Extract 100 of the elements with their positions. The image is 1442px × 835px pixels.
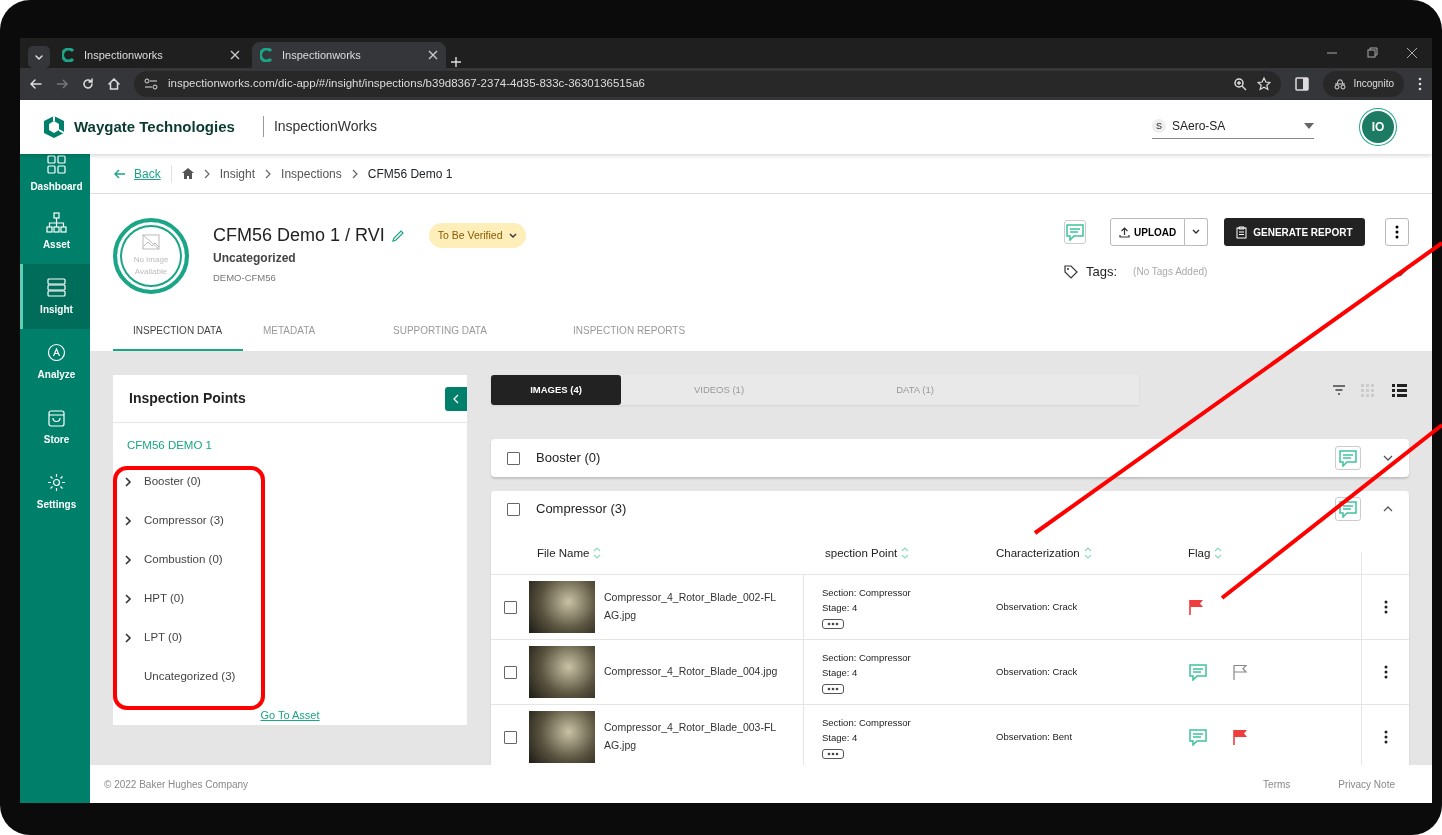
characterization-cell-text: Observation: Crack	[996, 664, 1079, 679]
sidebar-item[interactable]: Asset	[20, 199, 90, 265]
chevron-down-icon	[1192, 229, 1201, 236]
reload-icon[interactable]	[82, 77, 94, 90]
logo-icon	[42, 114, 66, 139]
footer-link[interactable]: Privacy Note	[1338, 776, 1395, 792]
checkbox[interactable]	[507, 502, 520, 516]
chat-icon	[1338, 449, 1358, 468]
tags-empty-text: (No Tags Added)	[1133, 265, 1208, 280]
chevron-up-icon[interactable]	[1383, 506, 1393, 513]
chevron-down-icon[interactable]	[1383, 455, 1393, 462]
upload-menu-button[interactable]	[1185, 218, 1209, 247]
edit-pencil-icon[interactable]	[390, 228, 405, 243]
file-name[interactable]: Compressor_4_Rotor_Blade_003-FLAG.jpg	[604, 719, 782, 755]
tab-title: Inspectionworks	[84, 47, 164, 63]
back-arrow-icon[interactable]	[30, 77, 42, 90]
section-text: Section: Compressor	[822, 585, 911, 600]
flag-icon[interactable]	[1232, 729, 1248, 746]
sidebar-item[interactable]: Settings	[20, 459, 90, 525]
kebab-menu-icon[interactable]	[1383, 730, 1388, 745]
file-name[interactable]: Compressor_4_Rotor_Blade_004.jpg	[604, 663, 782, 681]
photo-placeholder	[529, 646, 595, 699]
browser-tab[interactable]: Inspectionworks	[54, 41, 248, 68]
sidebar-item[interactable]: Dashboard	[20, 154, 90, 200]
footer-link[interactable]: Terms	[1263, 776, 1291, 792]
checkbox[interactable]	[507, 451, 520, 465]
group-title: Compressor (3)	[536, 500, 628, 519]
upload-icon	[1119, 226, 1130, 238]
close-icon[interactable]	[1406, 46, 1418, 59]
asset-icon	[46, 211, 67, 233]
stage-text: Stage: 4	[822, 601, 858, 616]
bookmark-star-icon[interactable]	[1257, 76, 1272, 91]
tab-list-icon[interactable]	[28, 45, 50, 68]
column-header[interactable]: Flag	[1188, 544, 1211, 563]
tree-item[interactable]: Uncategorized (3)	[113, 657, 467, 697]
file-name[interactable]: Compressor_4_Rotor_Blade_002-FLAG.jpg	[604, 589, 782, 625]
checkbox[interactable]	[503, 665, 517, 679]
tags-label: Tags:	[1086, 263, 1118, 282]
stage-text: Stage: 4	[822, 731, 858, 746]
chevron-right-icon	[125, 554, 132, 565]
tab-title: Inspectionworks	[282, 47, 362, 63]
section-text: Section: Compressor	[822, 650, 911, 665]
breadcrumb-link[interactable]: Inspections	[281, 164, 342, 183]
close-icon[interactable]	[428, 49, 438, 60]
incognito-button[interactable]: Incognito	[1323, 70, 1404, 97]
more-options-button[interactable]	[1384, 218, 1409, 247]
sidebar-item[interactable]: Analyze	[20, 329, 90, 395]
tree-item[interactable]: Combustion (0)	[113, 540, 467, 580]
breadcrumb-link[interactable]: Insight	[219, 164, 256, 183]
panel-title: Inspection Points	[129, 389, 246, 409]
restore-icon[interactable]	[1366, 46, 1378, 59]
kebab-menu-icon[interactable]	[1383, 665, 1388, 680]
checkbox[interactable]	[503, 730, 517, 744]
browser-menu-icon[interactable]	[1418, 76, 1422, 91]
settings-icon	[46, 471, 67, 493]
collapse-panel-button[interactable]	[445, 386, 467, 411]
site-icon	[260, 47, 274, 62]
home-icon[interactable]	[181, 168, 194, 180]
site-settings-icon[interactable]	[144, 77, 158, 90]
side-panel-icon[interactable]	[1295, 76, 1310, 91]
kebab-menu-icon[interactable]	[1383, 600, 1388, 615]
chevron-down-icon	[508, 232, 517, 239]
tenant-select[interactable]: S SAero-SA	[1152, 114, 1314, 140]
tenant-initial: S	[1152, 119, 1166, 134]
image-icon	[142, 234, 160, 251]
tree-item[interactable]: HPT (0)	[113, 579, 467, 619]
list-view-icon[interactable]	[1392, 383, 1407, 397]
upload-button[interactable]: UPLOAD	[1110, 218, 1186, 247]
tree-item[interactable]: LPT (0)	[113, 618, 467, 658]
sidebar-item[interactable]: Insight	[20, 264, 90, 330]
media-tab[interactable]: IMAGES (4)	[491, 375, 621, 406]
browser-tab[interactable]: Inspectionworks	[252, 41, 446, 68]
tree-item[interactable]: Compressor (3)	[113, 501, 467, 541]
asset-code: DEMO-CFM56	[213, 271, 277, 286]
dropdown-caret-icon	[1304, 123, 1314, 130]
sidebar-item[interactable]: Store	[20, 394, 90, 460]
home-icon[interactable]	[108, 77, 120, 90]
new-tab-icon[interactable]	[450, 55, 462, 68]
forward-arrow-icon[interactable]	[56, 77, 68, 90]
analyze-icon	[46, 341, 67, 363]
filter-icon[interactable]	[1333, 385, 1345, 396]
generate-report-button[interactable]: GENERATE REPORT	[1224, 218, 1365, 247]
more-button[interactable]	[822, 619, 844, 630]
more-button[interactable]	[822, 749, 844, 760]
photo-placeholder	[529, 711, 595, 764]
column-header[interactable]: Characterization	[996, 544, 1080, 563]
column-header[interactable]: spection Point	[825, 544, 898, 563]
flag-icon[interactable]	[1188, 599, 1204, 616]
chevron-left-icon	[453, 393, 459, 404]
kebab-menu-icon	[1394, 225, 1399, 240]
close-icon[interactable]	[230, 49, 240, 60]
column-header[interactable]: File Name	[537, 544, 590, 563]
chevron-right-icon	[125, 632, 132, 643]
more-button[interactable]	[822, 684, 844, 695]
checkbox[interactable]	[503, 600, 517, 614]
tree-item[interactable]: Booster (0)	[113, 462, 467, 502]
status-dropdown[interactable]: To Be Verified	[428, 222, 526, 249]
user-avatar[interactable]: IO	[1362, 110, 1394, 143]
zoom-icon[interactable]	[1233, 76, 1248, 91]
flag-icon[interactable]	[1232, 664, 1248, 681]
